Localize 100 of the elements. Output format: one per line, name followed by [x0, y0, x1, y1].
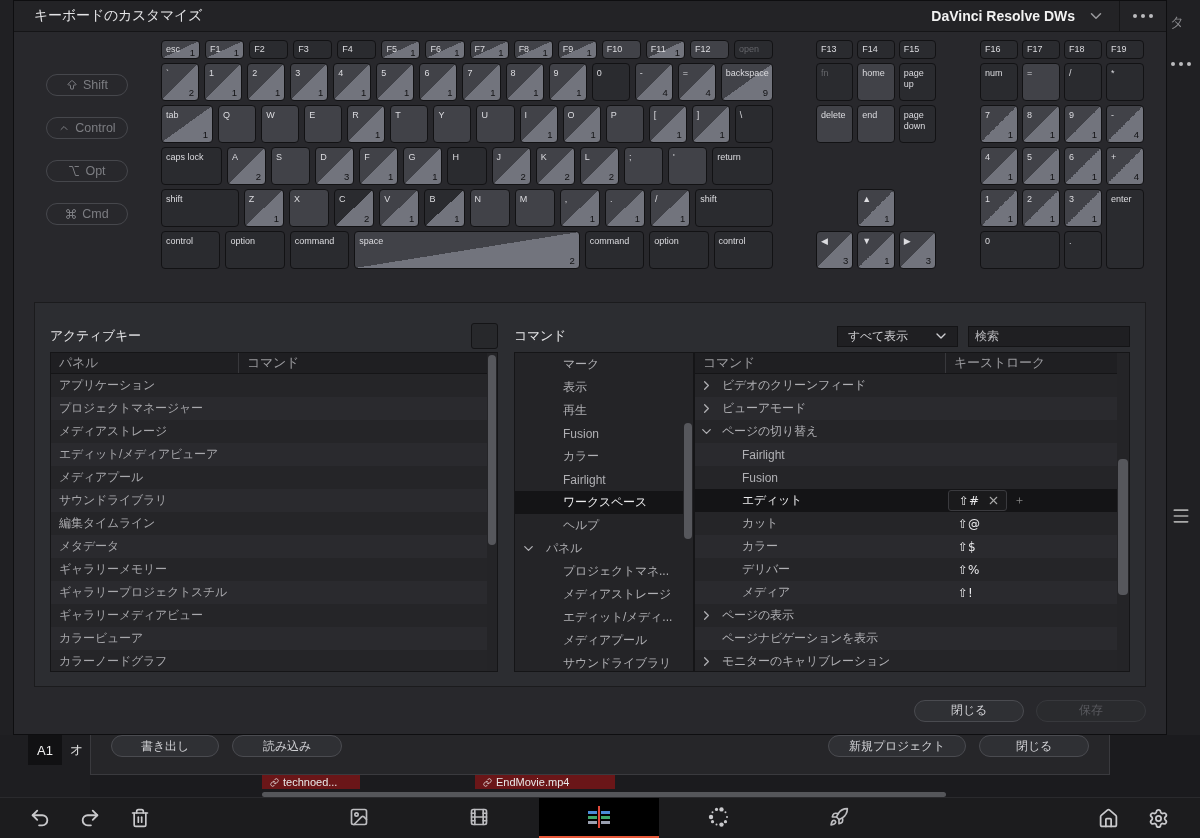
- tree-item[interactable]: サウンドライブラリ: [515, 652, 683, 671]
- key[interactable]: enter: [1106, 189, 1144, 269]
- scrollbar-thumb[interactable]: [488, 355, 496, 545]
- key[interactable]: *: [1106, 63, 1144, 101]
- key[interactable]: =: [1022, 63, 1060, 101]
- key[interactable]: V 1: [379, 189, 420, 227]
- key[interactable]: ;: [623, 147, 664, 185]
- tree-item[interactable]: ヘルプ: [515, 514, 683, 537]
- key[interactable]: ▶ 3: [898, 231, 936, 269]
- key[interactable]: Q: [218, 105, 257, 143]
- key[interactable]: home: [857, 63, 895, 101]
- key[interactable]: D 3: [315, 147, 355, 185]
- search-field[interactable]: 検索: [968, 325, 1130, 347]
- key[interactable]: 4 1: [333, 63, 372, 101]
- panel-button[interactable]: 読み込み: [232, 735, 342, 757]
- key[interactable]: F8 1: [513, 40, 553, 59]
- tree-item[interactable]: パネル: [515, 537, 683, 560]
- key[interactable]: + 4: [1106, 147, 1144, 185]
- key[interactable]: H: [447, 147, 487, 185]
- tree-item[interactable]: ワークスペース: [515, 491, 683, 514]
- key[interactable]: / 1: [650, 189, 691, 227]
- command-row[interactable]: ページナビゲーションを表示: [695, 627, 1117, 650]
- key[interactable]: F2: [249, 40, 289, 59]
- key[interactable]: F15: [898, 40, 936, 59]
- tree-item[interactable]: メディアプール: [515, 629, 683, 652]
- page-tab[interactable]: [539, 798, 659, 838]
- key[interactable]: F17: [1022, 40, 1060, 59]
- panel-button[interactable]: 新規プロジェクト: [828, 735, 966, 757]
- key[interactable]: command: [584, 231, 645, 269]
- key[interactable]: 7 1: [462, 63, 501, 101]
- key[interactable]: backspace 9: [720, 63, 773, 101]
- key[interactable]: delete: [816, 105, 854, 143]
- tree-item[interactable]: 再生: [515, 399, 683, 422]
- key[interactable]: U: [476, 105, 515, 143]
- key[interactable]: command: [289, 231, 350, 269]
- key[interactable]: J 2: [491, 147, 531, 185]
- preset-dropdown[interactable]: DaVinci Resolve DWs: [931, 1, 1119, 31]
- dialog-button[interactable]: 閉じる: [914, 699, 1024, 722]
- key[interactable]: 1 1: [980, 189, 1018, 227]
- key[interactable]: = 4: [677, 63, 716, 101]
- key[interactable]: shift: [161, 189, 239, 227]
- tree-item[interactable]: マーク: [515, 353, 683, 376]
- key[interactable]: caps lock: [161, 147, 222, 185]
- key[interactable]: 2 1: [1022, 189, 1060, 227]
- key[interactable]: page down: [898, 105, 936, 143]
- key[interactable]: F19: [1106, 40, 1144, 59]
- command-row[interactable]: Fairlight: [695, 443, 1117, 466]
- command-row[interactable]: メディア ⇧!: [695, 581, 1117, 604]
- timeline-clip[interactable]: EndMovie.mp4: [475, 775, 615, 789]
- key[interactable]: 7 1: [980, 105, 1018, 143]
- key[interactable]: control: [713, 231, 773, 269]
- panel-row[interactable]: メタデータ: [51, 535, 487, 558]
- key[interactable]: num: [980, 63, 1018, 101]
- key[interactable]: B 1: [424, 189, 465, 227]
- key[interactable]: /: [1064, 63, 1102, 101]
- key[interactable]: Z 1: [243, 189, 284, 227]
- key[interactable]: F5 1: [381, 40, 421, 59]
- key[interactable]: 8 1: [1022, 105, 1060, 143]
- key[interactable]: ▲ 1: [857, 189, 895, 227]
- key[interactable]: F9 1: [557, 40, 597, 59]
- tree-item[interactable]: プロジェクトマネ...: [515, 560, 683, 583]
- key[interactable]: F10: [601, 40, 641, 59]
- key[interactable]: F12: [689, 40, 729, 59]
- scrollbar-thumb[interactable]: [1118, 459, 1128, 595]
- key[interactable]: end: [857, 105, 895, 143]
- key[interactable]: page up: [898, 63, 936, 101]
- key[interactable]: 2 1: [247, 63, 286, 101]
- command-row[interactable]: カラー ⇧$: [695, 535, 1117, 558]
- key[interactable]: 4 1: [980, 147, 1018, 185]
- key[interactable]: 0: [591, 63, 630, 101]
- key[interactable]: 5 1: [376, 63, 415, 101]
- key[interactable]: 9 1: [548, 63, 587, 101]
- key[interactable]: space 2: [354, 231, 580, 269]
- key[interactable]: F18: [1064, 40, 1102, 59]
- keystroke-field[interactable]: ⇧#: [948, 490, 1008, 511]
- key[interactable]: . 1: [604, 189, 646, 227]
- key[interactable]: W: [261, 105, 300, 143]
- tree-item[interactable]: 表示: [515, 376, 683, 399]
- key[interactable]: T: [390, 105, 429, 143]
- key[interactable]: ` 2: [161, 63, 200, 101]
- key[interactable]: A 2: [226, 147, 267, 185]
- filter-dropdown[interactable]: すべて表示: [837, 325, 958, 347]
- key[interactable]: .: [1064, 231, 1102, 269]
- key[interactable]: F1 1: [205, 40, 245, 59]
- key[interactable]: F11 1: [645, 40, 685, 59]
- key[interactable]: L 2: [579, 147, 619, 185]
- key[interactable]: S: [271, 147, 311, 185]
- key[interactable]: 0: [980, 231, 1060, 269]
- key[interactable]: esc 1: [161, 40, 201, 59]
- key[interactable]: X: [288, 189, 330, 227]
- key[interactable]: ': [668, 147, 708, 185]
- panel-row[interactable]: プロジェクトマネージャー: [51, 397, 487, 420]
- key[interactable]: P: [605, 105, 644, 143]
- key[interactable]: 6 1: [1064, 147, 1102, 185]
- key[interactable]: I 1: [519, 105, 558, 143]
- tree-item[interactable]: Fairlight: [515, 468, 683, 491]
- key[interactable]: F3: [293, 40, 333, 59]
- key[interactable]: C 2: [334, 189, 375, 227]
- key[interactable]: F 1: [359, 147, 399, 185]
- key[interactable]: [ 1: [648, 105, 687, 143]
